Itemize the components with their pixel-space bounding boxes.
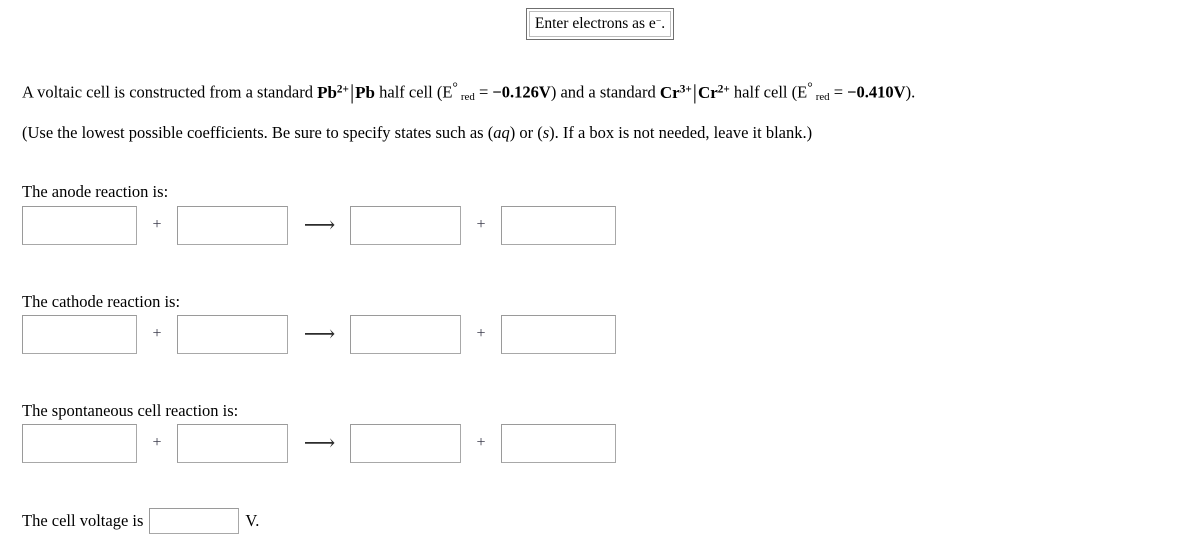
spontaneous-reactant-1-input[interactable] [22,423,137,463]
half-cell-2-metal: Cr [697,82,718,102]
hint-banner: Enter electrons as e−. [525,8,675,40]
half-cell-2-ion-charge: 3+ [679,82,692,95]
half-cell-2-notation: Cr3+|Cr2+ [659,80,730,105]
spontaneous-plus-symbol-1: + [152,434,162,451]
instruction-part-3: ). If a box is not needed, leave it blan… [549,123,813,142]
subscript-red-1: red [460,91,475,104]
half-cell-2-ion: Cr [659,82,680,102]
spontaneous-product-2-input[interactable] [501,423,616,463]
half-cell-2-metal-charge: 2+ [717,82,730,95]
cell-voltage-unit: V. [245,511,260,530]
statement-mid-1: half cell (E [375,82,453,102]
spontaneous-arrow-icon: ⟶ [303,430,336,455]
degree-symbol-2: ° [807,79,813,94]
hint-banner-container: Enter electrons as e−. [0,8,1200,40]
instruction-part-2: ) or ( [509,123,543,142]
statement-intro: A voltaic cell is constructed from a sta… [22,82,318,102]
anode-product-1-input[interactable] [350,205,461,245]
statement-mid-2: ) and a standard [550,82,660,102]
spontaneous-reaction-row: + ⟶ + [22,423,616,463]
anode-arrow-icon: ⟶ [303,212,336,237]
subscript-red-2: red [815,91,830,104]
standard-potential-symbol-2: °red [807,79,830,104]
hint-text-after: . [661,15,666,32]
hint-text-before: Enter electrons as e [534,15,656,32]
problem-statement-line-2: (Use the lowest possible coefficients. B… [22,122,1182,144]
statement-mid-3: half cell (E [729,82,808,102]
anode-reactant-2-input[interactable] [177,205,288,245]
hint-text: Enter electrons as e−. [528,11,672,37]
spontaneous-plus-symbol-2: + [476,434,486,451]
cathode-arrow-icon: ⟶ [303,321,336,346]
anode-plus-symbol-2: + [476,216,486,233]
spontaneous-product-1-input[interactable] [350,423,461,463]
half-cell-1-metal: Pb [355,82,375,102]
cell-voltage-row: The cell voltage is V. [22,508,259,534]
cathode-reaction-row: + ⟶ + [22,314,616,354]
potential-value-1: −0.126V [492,82,551,102]
instruction-part-1: (Use the lowest possible coefficients. B… [22,123,494,142]
state-label-aq: aq [493,123,510,142]
cell-voltage-input[interactable] [149,508,240,534]
cathode-plus-symbol-2: + [476,325,486,342]
cathode-reaction-label: The cathode reaction is: [22,292,181,311]
anode-reactant-1-input[interactable] [22,205,137,245]
spontaneous-reactant-2-input[interactable] [177,423,288,463]
spontaneous-reaction-label: The spontaneous cell reaction is: [22,401,239,420]
cell-voltage-label: The cell voltage is [22,511,144,530]
anode-product-2-input[interactable] [501,205,616,245]
equals-sign-1: = [474,82,493,102]
degree-symbol-1: ° [452,79,458,94]
problem-statement-line-1: A voltaic cell is constructed from a sta… [22,76,1182,104]
cathode-reactant-1-input[interactable] [22,314,137,354]
cathode-plus-symbol-1: + [152,325,162,342]
anode-reaction-row: + ⟶ + [22,205,616,245]
equals-sign-2: = [829,82,848,102]
half-cell-1-ion: Pb [317,82,337,102]
statement-end: ). [905,82,916,102]
half-cell-1-ion-charge: 2+ [336,82,349,95]
cathode-product-1-input[interactable] [350,314,461,354]
anode-reaction-label: The anode reaction is: [22,182,169,201]
cathode-reactant-2-input[interactable] [177,314,288,354]
half-cell-1-notation: Pb2+|Pb [317,80,375,105]
anode-plus-symbol-1: + [152,216,162,233]
cathode-product-2-input[interactable] [501,314,616,354]
standard-potential-symbol-1: °red [452,79,475,104]
potential-value-2: −0.410V [847,82,906,102]
